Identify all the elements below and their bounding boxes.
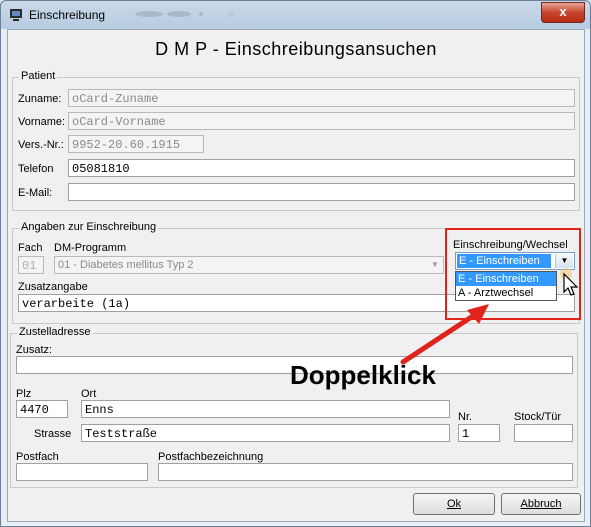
patient-group-title: Patient xyxy=(19,70,58,82)
dm-programm-combo[interactable]: 01 - Diabetes mellitus Typ 2 ▼ xyxy=(54,256,444,274)
strasse-field[interactable]: Teststraße xyxy=(81,424,450,442)
postfach-field[interactable] xyxy=(16,463,148,481)
stock-tuer-field[interactable] xyxy=(514,424,573,442)
plz-field[interactable]: 4470 xyxy=(16,400,68,418)
blurred-decoration xyxy=(135,11,234,17)
fach-field[interactable]: 01 xyxy=(18,256,44,274)
mouse-cursor-icon xyxy=(560,268,579,296)
ok-button-label: Ok xyxy=(446,498,462,510)
stock-tuer-label: Stock/Tür xyxy=(514,411,562,423)
postfachbezeichnung-field[interactable] xyxy=(158,463,573,481)
window-title: Einschreibung xyxy=(29,8,106,22)
nr-field[interactable]: 1 xyxy=(458,424,500,442)
telefon-label: Telefon xyxy=(18,163,54,175)
vorname-field[interactable]: oCard-Vorname xyxy=(68,112,575,130)
strasse-label: Strasse xyxy=(34,428,72,440)
email-field[interactable] xyxy=(68,183,575,201)
zustelladresse-group-title: Zustelladresse xyxy=(17,326,93,338)
email-label: E-Mail: xyxy=(18,187,53,199)
fach-label: Fach xyxy=(18,242,43,254)
versnr-field[interactable]: 9952-20.60.1915 xyxy=(68,135,204,153)
dm-programm-value: 01 - Diabetes mellitus Typ 2 xyxy=(58,259,194,271)
plz-label: Plz xyxy=(16,388,32,400)
ort-field[interactable]: Enns xyxy=(81,400,450,418)
chevron-down-icon[interactable]: ▼ xyxy=(429,259,441,271)
abbruch-button[interactable]: Abbruch xyxy=(501,493,581,515)
ok-button[interactable]: Ok xyxy=(413,493,495,515)
abbruch-button-label: Abbruch xyxy=(520,498,562,510)
zusatz-label: Zusatz: xyxy=(16,344,53,356)
postfach-label: Postfach xyxy=(16,451,59,463)
zuname-field[interactable]: oCard-Zuname xyxy=(68,89,575,107)
zusatzangabe-label: Zusatzangabe xyxy=(18,281,88,293)
close-button[interactable]: x xyxy=(541,2,585,23)
zuname-label: Zuname: xyxy=(18,93,62,105)
nr-label: Nr. xyxy=(458,411,473,423)
app-icon xyxy=(10,9,22,21)
dm-programm-label: DM-Programm xyxy=(54,242,127,254)
title-bar[interactable]: Einschreibung x xyxy=(1,1,590,29)
vorname-label: Vorname: xyxy=(18,116,66,128)
telefon-field[interactable]: 05081810 xyxy=(68,159,575,177)
einschreibung-group-title: Angaben zur Einschreibung xyxy=(19,221,159,233)
postfachbezeichnung-label: Postfachbezeichnung xyxy=(158,451,264,463)
annotation-arrow xyxy=(400,304,489,365)
page-title: D M P - Einschreibungsansuchen xyxy=(155,39,437,59)
versnr-label: Vers.-Nr.: xyxy=(18,139,64,151)
ort-label: Ort xyxy=(81,388,97,400)
